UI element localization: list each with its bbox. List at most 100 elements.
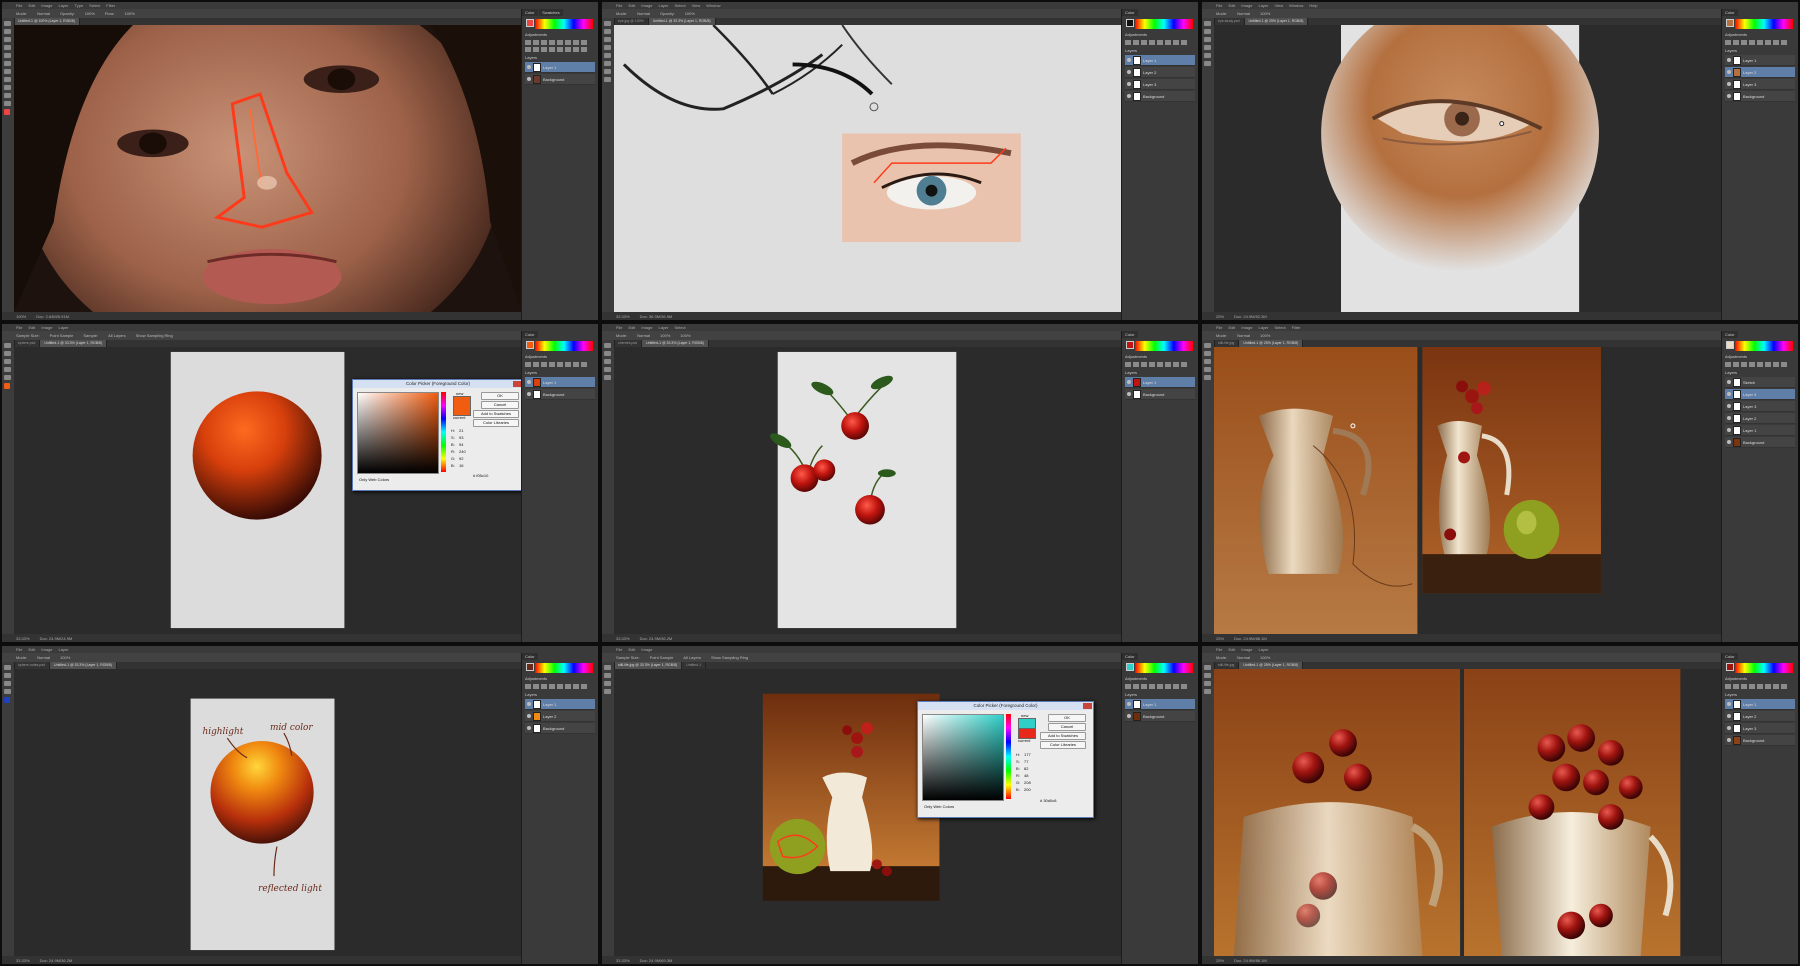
- layers-title[interactable]: Layers: [1725, 370, 1795, 375]
- menu-select[interactable]: Select: [89, 3, 100, 8]
- menu-image[interactable]: Image: [1241, 325, 1252, 330]
- layers-title[interactable]: Layers: [525, 370, 595, 375]
- ok-button[interactable]: OK: [481, 392, 519, 400]
- color-spectrum[interactable]: [535, 19, 593, 29]
- sample-size-select[interactable]: Point Sample: [650, 655, 674, 660]
- hex-input[interactable]: # 30d0c8: [1040, 798, 1056, 803]
- blue-input[interactable]: 16: [459, 463, 463, 468]
- color-spectrum[interactable]: [1135, 341, 1193, 351]
- g-input[interactable]: 208: [1024, 780, 1031, 785]
- g-input[interactable]: 92: [459, 456, 463, 461]
- menu-layer[interactable]: Layer: [1258, 325, 1268, 330]
- hand-tool-icon[interactable]: [604, 375, 611, 380]
- hue-slider[interactable]: [441, 392, 446, 472]
- eye-icon[interactable]: [1127, 70, 1131, 74]
- adjustments-title[interactable]: Adjustments: [1125, 32, 1195, 37]
- document-tab[interactable]: sphere-notes.psd: [14, 662, 51, 669]
- layer-row[interactable]: Layer 2: [1725, 413, 1795, 424]
- add-to-swatches-button[interactable]: Add to Swatches: [473, 410, 519, 418]
- menu-filter[interactable]: Filter: [106, 3, 115, 8]
- move-tool-icon[interactable]: [1204, 343, 1211, 348]
- eye-icon[interactable]: [1727, 440, 1731, 444]
- color-spectrum[interactable]: [1735, 663, 1793, 673]
- layer-row[interactable]: Background: [1725, 735, 1795, 746]
- layer-row[interactable]: Layer 2: [1725, 711, 1795, 722]
- color-spectrum[interactable]: [1135, 19, 1193, 29]
- opacity-value[interactable]: 100%: [1260, 333, 1270, 338]
- eye-icon[interactable]: [1727, 738, 1731, 742]
- eyedropper-tool-icon[interactable]: [604, 45, 611, 50]
- menu-layer[interactable]: Layer: [1258, 647, 1268, 652]
- layer-row[interactable]: Background: [1125, 389, 1195, 400]
- h-input[interactable]: 177: [1024, 752, 1031, 757]
- brush-tool-icon[interactable]: [4, 61, 11, 66]
- layer-row[interactable]: Layer 2: [1725, 67, 1795, 78]
- crop-tool-icon[interactable]: [4, 45, 11, 50]
- menu-edit[interactable]: Edit: [628, 325, 635, 330]
- canvas-area[interactable]: [614, 347, 1122, 634]
- document-tab[interactable]: still-life.jpg @ 33.3% (Layer 1, RGB/8): [614, 662, 683, 669]
- eye-icon[interactable]: [1127, 702, 1131, 706]
- color-field[interactable]: [922, 714, 1004, 801]
- menu-help[interactable]: Help: [1309, 3, 1317, 8]
- menu-edit[interactable]: Edit: [1228, 3, 1235, 8]
- document-tab[interactable]: Untitled-1 @ 33.3% (Layer 1, RGB/8): [642, 340, 709, 347]
- opacity-value[interactable]: 100%: [85, 11, 95, 16]
- close-icon[interactable]: [1083, 703, 1092, 709]
- color-panel-tab[interactable]: Color: [1122, 331, 1138, 338]
- cancel-button[interactable]: Cancel: [481, 401, 519, 409]
- hand-tool-icon[interactable]: [604, 689, 611, 694]
- foreground-swatch[interactable]: [1126, 341, 1134, 349]
- sampling-ring-checkbox[interactable]: Show Sampling Ring: [711, 655, 748, 660]
- eye-icon[interactable]: [1127, 392, 1131, 396]
- layers-title[interactable]: Layers: [1125, 48, 1195, 53]
- eraser-tool-icon[interactable]: [1204, 367, 1211, 372]
- color-spectrum[interactable]: [1735, 19, 1793, 29]
- mode-select[interactable]: Normal: [637, 11, 650, 16]
- layer-row[interactable]: Background: [525, 74, 595, 85]
- document-tab[interactable]: still-life.jpg: [1214, 340, 1240, 347]
- color-panel-tab[interactable]: Color: [522, 653, 538, 660]
- lasso-tool-icon[interactable]: [1204, 37, 1211, 42]
- hex-input[interactable]: # f05c10: [473, 473, 488, 478]
- zoom-level[interactable]: 33.33%: [616, 636, 630, 641]
- menu-filter[interactable]: Filter: [1292, 325, 1301, 330]
- menu-edit[interactable]: Edit: [1228, 325, 1235, 330]
- adjustments-title[interactable]: Adjustments: [525, 354, 595, 359]
- canvas-area[interactable]: [1214, 669, 1722, 956]
- document-tab[interactable]: Untitled-1 @ 33.3% (Layer 1, RGB/8): [648, 18, 716, 25]
- eye-icon[interactable]: [1727, 392, 1731, 396]
- hand-tool-icon[interactable]: [4, 375, 11, 380]
- color-panel-tab[interactable]: Color: [522, 9, 538, 16]
- type-tool-icon[interactable]: [4, 85, 11, 90]
- sample-select[interactable]: All Layers: [108, 333, 126, 338]
- layer-row[interactable]: Layer 1: [1125, 699, 1195, 710]
- b-input[interactable]: 94: [459, 442, 463, 447]
- color-panel-tab[interactable]: Color: [1722, 331, 1738, 338]
- layers-title[interactable]: Layers: [1725, 692, 1795, 697]
- hand-tool-icon[interactable]: [1204, 61, 1211, 66]
- menu-layer[interactable]: Layer: [658, 3, 668, 8]
- adjustments-title[interactable]: Adjustments: [525, 676, 595, 681]
- color-spectrum[interactable]: [1735, 341, 1793, 351]
- layer-row[interactable]: Layer 1: [1725, 55, 1795, 66]
- document-tab[interactable]: sphere.psd: [14, 340, 41, 347]
- menu-window[interactable]: Window: [706, 3, 720, 8]
- hand-tool-icon[interactable]: [1204, 689, 1211, 694]
- document-tab[interactable]: eye-study.psd: [1214, 18, 1245, 25]
- eye-icon[interactable]: [1127, 94, 1131, 98]
- adjustments-title[interactable]: Adjustments: [1725, 32, 1795, 37]
- eye-icon[interactable]: [1127, 714, 1131, 718]
- document-tab[interactable]: Untitled-1 @ 25% (Layer 1, RGB/8): [1239, 662, 1304, 669]
- menu-edit[interactable]: Edit: [628, 647, 635, 652]
- menu-edit[interactable]: Edit: [28, 647, 35, 652]
- menu-file[interactable]: File: [616, 3, 622, 8]
- marquee-tool-icon[interactable]: [4, 351, 11, 356]
- brush-tool-icon[interactable]: [604, 53, 611, 58]
- eye-icon[interactable]: [1727, 380, 1731, 384]
- eye-icon[interactable]: [1727, 428, 1731, 432]
- sampling-ring-checkbox[interactable]: Show Sampling Ring: [136, 333, 173, 338]
- menu-edit[interactable]: Edit: [28, 3, 35, 8]
- layers-title[interactable]: Layers: [1125, 370, 1195, 375]
- canvas-area[interactable]: highlight mid color reflected light: [14, 669, 522, 956]
